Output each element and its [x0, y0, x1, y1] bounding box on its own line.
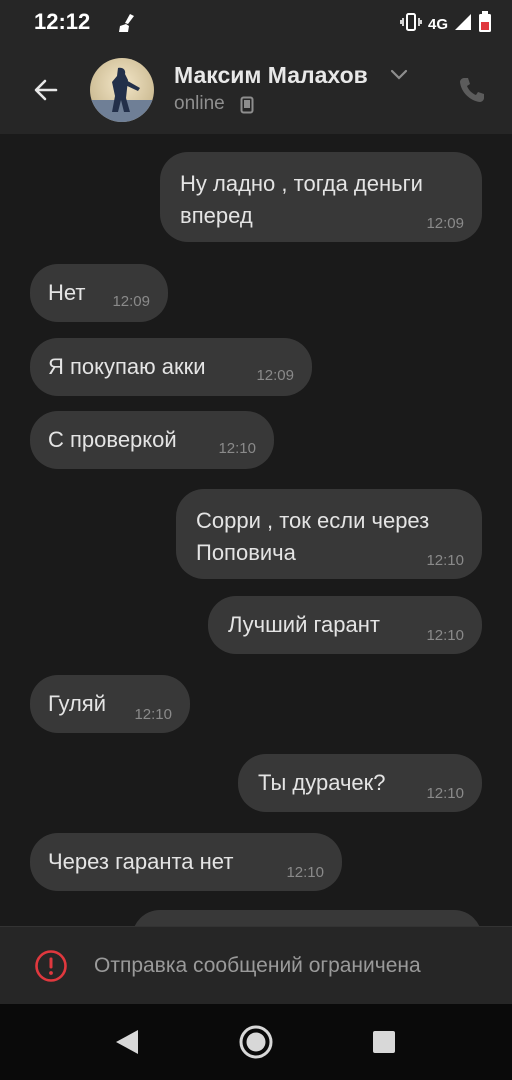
message-bubble-outgoing[interactable]: Ты дурачек? 12:10: [238, 754, 482, 812]
message-time: 12:10: [426, 627, 464, 644]
message-time: 12:09: [426, 215, 464, 232]
avatar[interactable]: [90, 58, 154, 122]
status-time: 12:12: [34, 9, 91, 34]
nav-home-button[interactable]: [238, 1024, 274, 1060]
contact-status: online: [174, 93, 225, 114]
message-bubble-incoming[interactable]: С проверкой 12:10: [30, 411, 274, 469]
input-restricted-bar: Отправка сообщений ограничена: [0, 926, 512, 1005]
call-button[interactable]: [456, 74, 492, 110]
message-list[interactable]: Ну ладно , тогда деньги вперед 12:09 Нет…: [0, 134, 512, 926]
circle-home-icon: [239, 1025, 273, 1059]
message-text: Через гаранта нет: [48, 849, 234, 874]
status-bar: 12:12 4G: [0, 0, 512, 46]
network-type: 4G: [427, 16, 448, 33]
restricted-message: Отправка сообщений ограничена: [94, 954, 421, 977]
message-text: Нет: [48, 280, 86, 305]
message-bubble-outgoing[interactable]: Сорри , ток если через Поповича 12:10: [176, 489, 482, 579]
message-text: Ты дурачек?: [258, 770, 386, 795]
exclamation-circle-icon: [34, 949, 68, 988]
signal-icon: [454, 13, 472, 36]
message-text: Гуляй: [48, 691, 106, 716]
triangle-back-icon: [116, 1030, 138, 1054]
message-bubble-outgoing[interactable]: Ну ладно , тогда деньги вперед 12:09: [160, 152, 482, 242]
message-time: 12:09: [112, 293, 150, 310]
message-time: 12:10: [426, 552, 464, 569]
vibrate-icon: [400, 12, 422, 37]
message-bubble-incoming[interactable]: Через гаранта нет 12:10: [30, 833, 342, 891]
nav-recents-button[interactable]: [366, 1024, 402, 1060]
system-nav-bar: [0, 1004, 512, 1080]
phone-icon: [460, 78, 484, 102]
nav-back-button[interactable]: [110, 1024, 146, 1060]
message-time: 12:10: [426, 785, 464, 802]
battery-icon: [478, 11, 492, 38]
mobile-device-icon: [240, 96, 254, 119]
message-bubble-incoming[interactable]: Я покупаю акки 12:09: [30, 338, 312, 396]
arrow-left-icon: [34, 79, 58, 101]
chat-header: Максим Малахов online: [0, 46, 512, 134]
back-button[interactable]: [24, 68, 68, 112]
message-time: 12:09: [256, 367, 294, 384]
message-bubble-outgoing[interactable]: Лучший гарант 12:10: [208, 596, 482, 654]
status-icons: 4G: [400, 11, 492, 38]
contact-name[interactable]: Максим Малахов: [174, 62, 368, 89]
message-text: Я покупаю акки: [48, 354, 206, 379]
broom-notification-icon: [116, 12, 138, 39]
message-text: Лучший гарант: [228, 612, 380, 637]
message-time: 12:10: [286, 864, 324, 881]
message-text: С проверкой: [48, 427, 177, 452]
chevron-down-icon[interactable]: [390, 68, 408, 86]
message-bubble-outgoing-partial[interactable]: [132, 910, 482, 926]
square-recents-icon: [373, 1031, 395, 1053]
message-bubble-incoming[interactable]: Нет 12:09: [30, 264, 168, 322]
message-time: 12:10: [218, 440, 256, 457]
message-bubble-incoming[interactable]: Гуляй 12:10: [30, 675, 190, 733]
message-time: 12:10: [134, 706, 172, 723]
